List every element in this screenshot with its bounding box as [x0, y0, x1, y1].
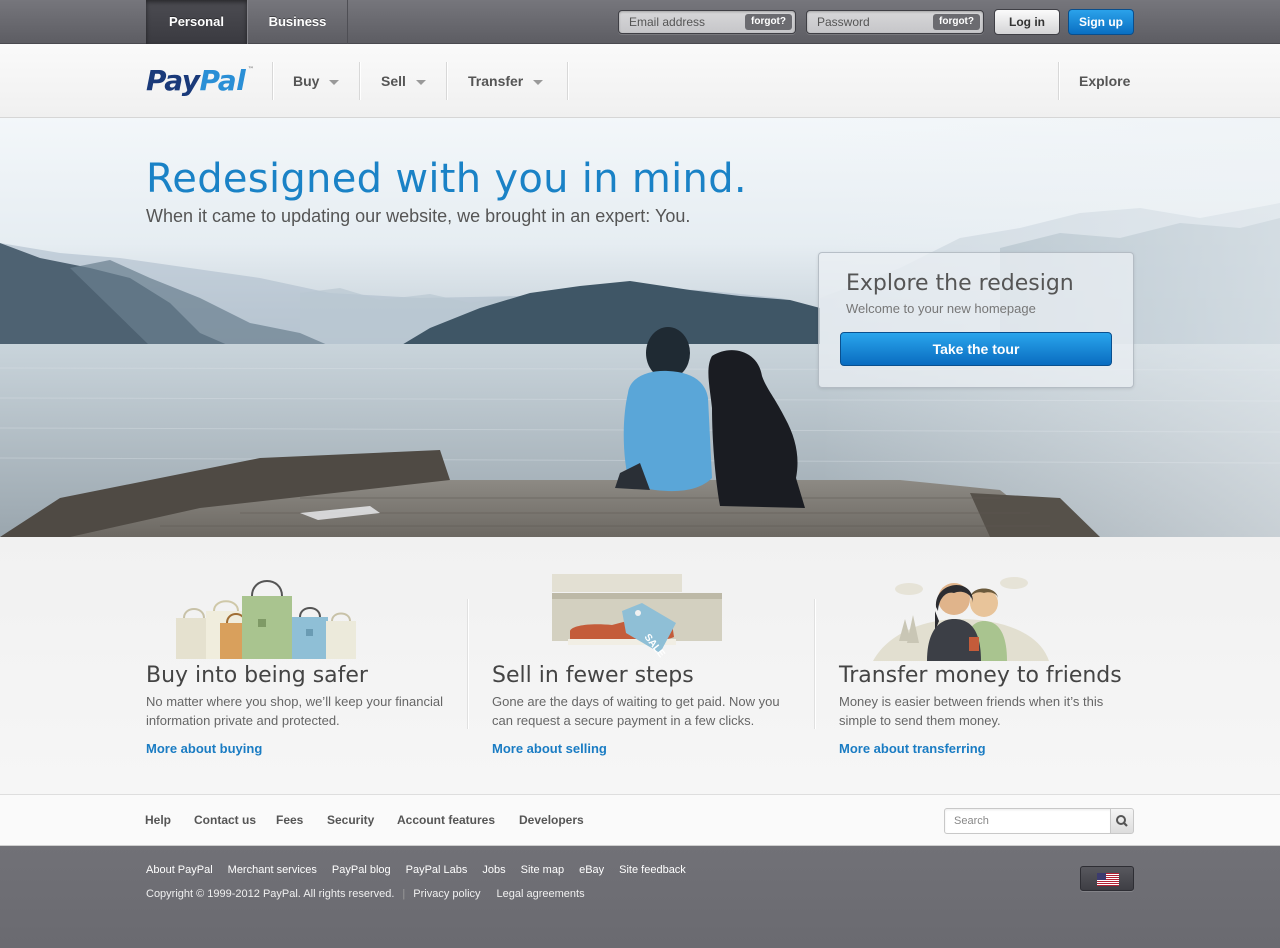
more-about-selling-link[interactable]: More about selling: [492, 741, 607, 756]
site-search: [944, 808, 1134, 834]
nav-buy-label: Buy: [293, 73, 320, 89]
link-help[interactable]: Help: [145, 795, 171, 846]
link-contact-us[interactable]: Contact us: [194, 795, 256, 846]
feature-transfer-title: Transfer money to friends: [839, 663, 1122, 688]
account-bar: Personal Business Email address forgot? …: [0, 0, 1280, 44]
footer-link-jobs[interactable]: Jobs: [482, 864, 505, 876]
features-section: Buy into being safer No matter where you…: [0, 537, 1280, 795]
footer-link-merchant[interactable]: Merchant services: [228, 864, 317, 876]
explore-subtitle: Welcome to your new homepage: [846, 301, 1036, 316]
tab-business[interactable]: Business: [247, 0, 348, 44]
legal-agreements-link[interactable]: Legal agreements: [497, 888, 585, 900]
nav-explore[interactable]: Explore: [1079, 44, 1130, 118]
link-security[interactable]: Security: [327, 795, 374, 846]
footer-link-ebay[interactable]: eBay: [579, 864, 604, 876]
logo-tm: ™: [247, 66, 254, 73]
nav-divider: [446, 62, 447, 100]
nav-divider: [567, 62, 568, 100]
more-about-transferring-link[interactable]: More about transferring: [839, 741, 986, 756]
footer-link-about[interactable]: About PayPal: [146, 864, 213, 876]
privacy-policy-link[interactable]: Privacy policy: [413, 888, 480, 900]
feature-buy-title: Buy into being safer: [146, 663, 368, 688]
footer-link-labs[interactable]: PayPal Labs: [406, 864, 468, 876]
password-placeholder: Password: [817, 15, 870, 29]
country-selector-button[interactable]: [1080, 866, 1134, 891]
main-nav: PayPal ™ Buy Sell Transfer Explore: [0, 44, 1280, 118]
email-field[interactable]: Email address forgot?: [618, 10, 796, 34]
feature-buy-text: No matter where you shop, we’ll keep you…: [146, 694, 443, 728]
more-about-buying-link[interactable]: More about buying: [146, 741, 262, 756]
feature-sell-title: Sell in fewer steps: [492, 663, 694, 688]
search-icon: [1116, 815, 1128, 827]
us-flag-icon: [1097, 873, 1119, 886]
feature-divider: [467, 599, 468, 729]
footer-links: About PayPal Merchant services PayPal blog…: [146, 864, 701, 876]
nav-buy[interactable]: Buy: [293, 44, 340, 118]
login-button[interactable]: Log in: [994, 9, 1060, 35]
forgot-password-button[interactable]: forgot?: [933, 14, 980, 30]
take-tour-button[interactable]: Take the tour: [840, 332, 1112, 366]
copyright-line: Copyright © 1999-2012 PayPal. All rights…: [146, 888, 601, 900]
logo-pal: Pal: [199, 64, 246, 97]
chevron-down-icon: [533, 79, 544, 85]
signup-button[interactable]: Sign up: [1068, 9, 1134, 35]
hero-title: Redesigned with you in mind.: [146, 156, 747, 202]
nav-sell[interactable]: Sell: [381, 44, 426, 118]
feature-transfer-text: Money is easier between friends when it’…: [839, 694, 1104, 728]
nav-transfer[interactable]: Transfer: [468, 44, 544, 118]
password-field[interactable]: Password forgot?: [806, 10, 984, 34]
link-fees[interactable]: Fees: [276, 795, 303, 846]
search-input[interactable]: [944, 808, 1112, 834]
tab-personal[interactable]: Personal: [146, 0, 247, 44]
logo-pay: Pay: [146, 64, 200, 97]
feature-buy: Buy into being safer No matter where you…: [146, 537, 446, 795]
footer-link-sitemap[interactable]: Site map: [521, 864, 564, 876]
chevron-down-icon: [329, 79, 340, 85]
explore-redesign-panel: Explore the redesign Welcome to your new…: [818, 252, 1134, 388]
hero-banner: Redesigned with you in mind. When it cam…: [0, 118, 1280, 537]
secondary-links-bar: Help Contact us Fees Security Account fe…: [0, 795, 1280, 846]
feature-sell-text: Gone are the days of waiting to get paid…: [492, 694, 780, 728]
feature-divider: [814, 599, 815, 729]
link-account-features[interactable]: Account features: [397, 795, 495, 846]
nav-transfer-label: Transfer: [468, 73, 524, 89]
chevron-down-icon: [415, 79, 426, 85]
feature-transfer: Transfer money to friends Money is easie…: [839, 537, 1139, 795]
paypal-logo[interactable]: PayPal ™: [146, 64, 254, 97]
nav-sell-label: Sell: [381, 73, 406, 89]
shopping-bags-icon: [176, 580, 356, 659]
link-developers[interactable]: Developers: [519, 795, 584, 846]
explore-title: Explore the redesign: [846, 271, 1074, 296]
shoe-sale-icon: SALE: [552, 574, 722, 660]
nav-divider: [359, 62, 360, 100]
hero-subtitle: When it came to updating our website, we…: [146, 206, 691, 226]
footer: About PayPal Merchant services PayPal blog…: [0, 846, 1280, 948]
search-button[interactable]: [1110, 808, 1134, 834]
feature-sell: SALE Sell in fewer steps Gone are the da…: [492, 537, 792, 795]
nav-divider: [272, 62, 273, 100]
footer-link-blog[interactable]: PayPal blog: [332, 864, 391, 876]
separator: |: [402, 888, 406, 900]
forgot-email-button[interactable]: forgot?: [745, 14, 792, 30]
copyright-text: Copyright © 1999-2012 PayPal. All rights…: [146, 888, 395, 900]
nav-divider: [1058, 62, 1059, 100]
email-placeholder: Email address: [629, 15, 706, 29]
footer-link-feedback[interactable]: Site feedback: [619, 864, 686, 876]
friends-icon: [873, 577, 1049, 661]
